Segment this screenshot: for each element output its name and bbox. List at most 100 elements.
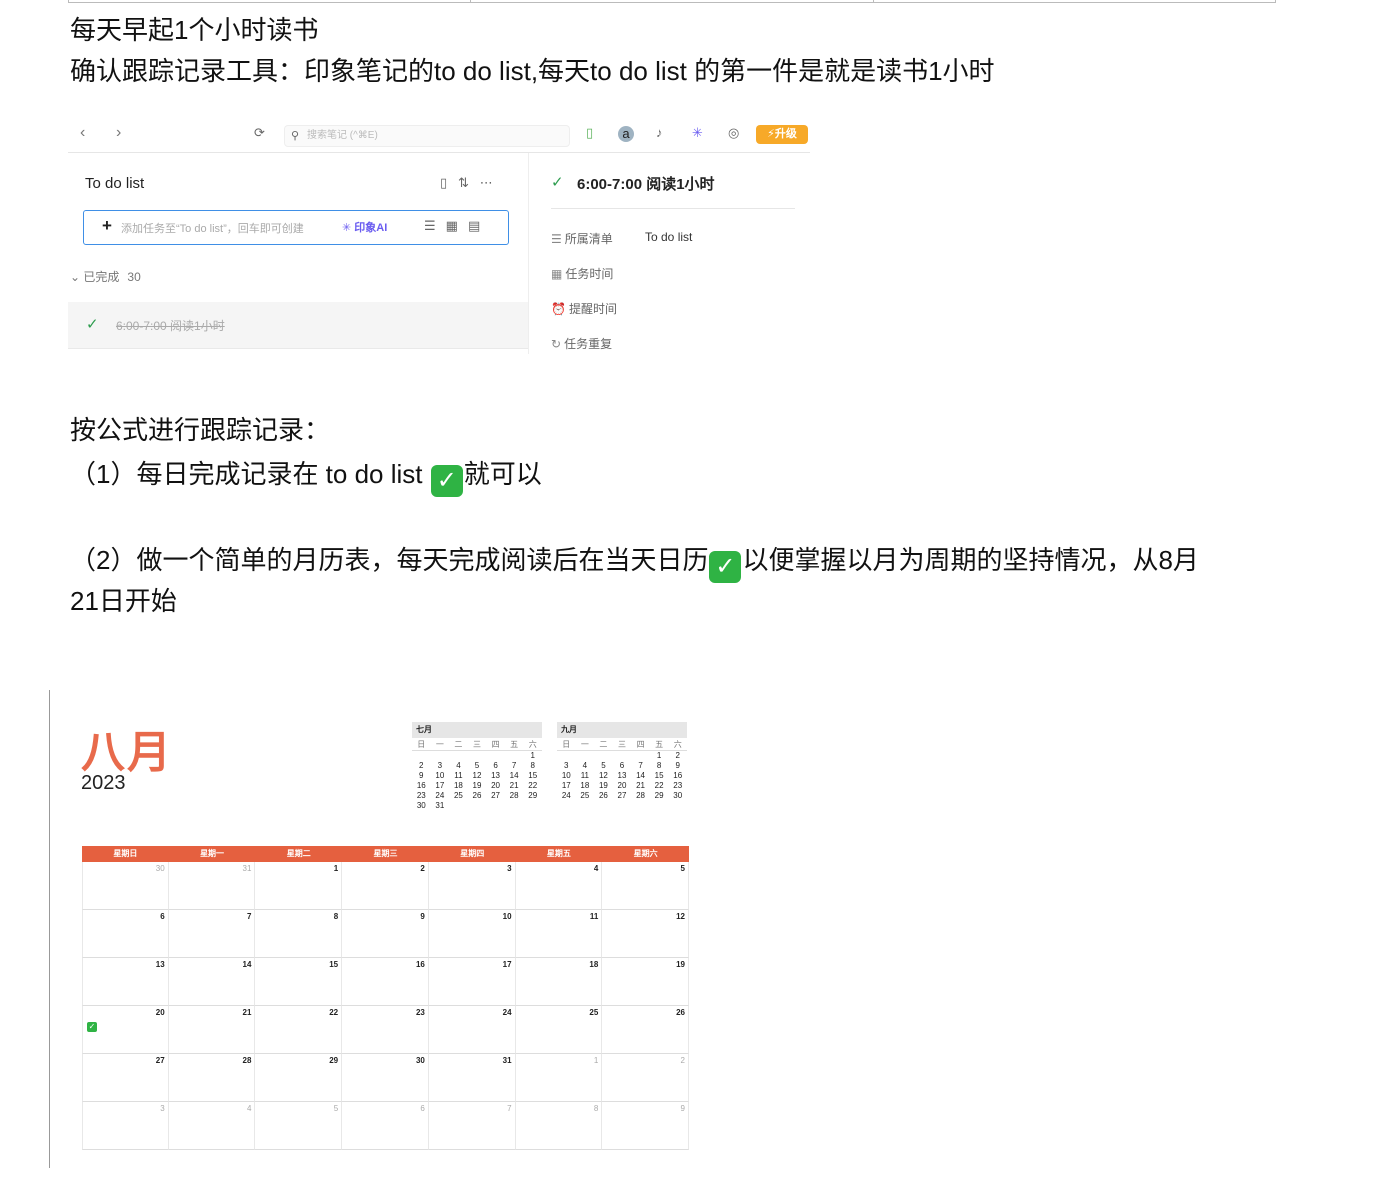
- day-cell: 9: [342, 910, 429, 958]
- day-cell: 3: [82, 1102, 169, 1150]
- ai-button[interactable]: ✳ 印象AI: [342, 219, 387, 235]
- mini-grid: 日一二三四五六 1 2 3 4 5 6 7 8 9 10 11 12 13 14 15 16 17 18 19 20 21…: [557, 740, 687, 801]
- mini-weekday: 一: [430, 740, 450, 751]
- note-icon[interactable]: ▤: [468, 218, 490, 233]
- field-repeat[interactable]: ↻ 任务重复: [551, 335, 612, 352]
- check-icon[interactable]: ✓: [551, 173, 564, 191]
- day-cell: 9: [602, 1102, 689, 1150]
- mini-weekday: 二: [449, 740, 468, 751]
- day-number: 7: [507, 1104, 512, 1113]
- mini-day: 13: [491, 771, 501, 780]
- day-cell: 23: [342, 1006, 429, 1054]
- mini-weekday: 日: [557, 740, 576, 751]
- forward-arrow-icon[interactable]: ›: [116, 124, 121, 142]
- day-number: 6: [160, 912, 165, 921]
- list-icon: ☰: [551, 232, 562, 246]
- day-number: 4: [246, 1104, 252, 1113]
- day-cell: 15: [255, 958, 343, 1006]
- mini-day: 26: [472, 791, 482, 800]
- sort-icon[interactable]: ⇅: [458, 175, 469, 190]
- day-number: 7: [246, 912, 252, 921]
- day-number: 23: [415, 1008, 425, 1017]
- refresh-icon[interactable]: ⟳: [254, 125, 265, 141]
- check-icon[interactable]: ✓: [86, 315, 99, 333]
- day-cell: 5: [255, 1102, 343, 1150]
- field-task-time[interactable]: ▦ 任务时间: [551, 265, 613, 282]
- device-icon[interactable]: ▯: [440, 175, 447, 190]
- day-number: 10: [502, 912, 512, 921]
- day-number: 16: [415, 960, 425, 969]
- day-cell: 30: [82, 862, 169, 910]
- mini-day: 28: [636, 791, 646, 800]
- mini-day: 5: [601, 761, 606, 770]
- mini-day: 27: [617, 791, 627, 800]
- add-task-tools: ☰▦▤: [424, 218, 490, 234]
- completed-count: 30: [127, 270, 141, 284]
- more-icon[interactable]: ⋯: [480, 175, 493, 190]
- field-list-value[interactable]: To do list: [645, 230, 692, 244]
- check-mark-icon: ✓: [709, 551, 742, 583]
- search-input[interactable]: ⚲ 搜索笔记 (^⌘E): [284, 125, 570, 147]
- step-1-text: （1）每日完成记录在 to do list: [70, 459, 430, 489]
- day-cell: 12: [602, 910, 689, 958]
- day-number: 27: [155, 1056, 165, 1065]
- day-number: 3: [160, 1104, 165, 1113]
- divider: [551, 208, 795, 209]
- mini-day: 22: [528, 781, 538, 790]
- mini-day: 25: [453, 791, 463, 800]
- mini-month-title: 九月: [557, 722, 687, 738]
- alarm-icon: ⏰: [551, 302, 566, 316]
- ai-label: 印象AI: [354, 222, 388, 234]
- calendar-icon[interactable]: ▦: [446, 218, 468, 233]
- bolt-icon: ⚡: [767, 128, 775, 140]
- mini-day: 17: [561, 781, 571, 790]
- calendar-icon: ▦: [551, 267, 563, 281]
- weekday-label: 星期一: [200, 849, 225, 858]
- field-list[interactable]: ☰ 所属清单: [551, 230, 613, 247]
- mini-day: [431, 751, 450, 761]
- day-cell: 3: [428, 862, 516, 910]
- back-arrow-icon[interactable]: ‹: [80, 124, 85, 142]
- task-detail-pane: ✓ 6:00-7:00 阅读1小时 ☰ 所属清单 To do list ▦ 任务时间…: [528, 153, 811, 354]
- mini-day: 14: [636, 771, 646, 780]
- day-number: 31: [242, 864, 252, 873]
- mini-day: 20: [617, 781, 627, 790]
- day-number: 22: [329, 1008, 339, 1017]
- mini-day: 19: [598, 781, 608, 790]
- month-grid: 星期日 星期一 星期二 星期三 星期四 星期五 星期六 30 31 1 2 3 4 5 6 7 8 9 10 11 1…: [82, 846, 689, 1150]
- sparkle-icon[interactable]: ✳: [692, 125, 703, 141]
- mini-day: [486, 751, 505, 761]
- completed-task-row[interactable]: ✓ 6:00-7:00 阅读1小时: [68, 302, 528, 349]
- mini-day: 11: [454, 771, 463, 780]
- field-reminder[interactable]: ⏰ 提醒时间: [551, 300, 617, 317]
- mini-day: 5: [474, 761, 480, 770]
- mini-weekday: 三: [612, 740, 632, 751]
- day-grid: 30 31 1 2 3 4 5 6 7 8 9 10 11 12 13 14 15 16 17 18 19 20 ✓ 21 22…: [82, 862, 689, 1150]
- day-cell: 26: [602, 1006, 689, 1054]
- completed-section-toggle[interactable]: ⌄ 已完成 30: [70, 268, 141, 285]
- day-number: 2: [680, 1056, 685, 1065]
- target-icon[interactable]: ◎: [728, 125, 739, 141]
- mini-weekday: 四: [486, 740, 505, 751]
- mini-day: 23: [416, 791, 426, 800]
- day-number: 30: [155, 864, 165, 873]
- day-number: 5: [680, 864, 685, 873]
- day-cell: 5: [602, 862, 689, 910]
- phone-icon[interactable]: ▯: [586, 125, 593, 141]
- list-icon[interactable]: ☰: [424, 218, 446, 233]
- field-label: 任务重复: [564, 337, 613, 351]
- avatar[interactable]: a: [618, 126, 634, 142]
- field-label: 任务时间: [565, 267, 614, 281]
- day-cell: 2: [602, 1054, 689, 1102]
- mini-month-title: 七月: [412, 722, 542, 738]
- day-cell: 19: [602, 958, 689, 1006]
- formula-heading: 按公式进行跟踪记录：: [70, 415, 331, 445]
- day-number: 1: [333, 864, 339, 873]
- upgrade-button[interactable]: ⚡升级: [756, 125, 808, 144]
- mini-grid: 日一二三四五六 1 2 3 4 5 6 7 8 9 10 11 12 13 14 15 16 17 18 19 20 21…: [412, 740, 542, 811]
- mini-day: 22: [654, 781, 664, 790]
- day-cell: 28: [168, 1054, 256, 1102]
- add-task-input[interactable]: + 添加任务至“To do list”，回车即可创建 ✳ 印象AI ☰▦▤: [83, 210, 509, 245]
- mini-day: 7: [638, 761, 643, 770]
- bell-icon[interactable]: ♪: [656, 125, 663, 140]
